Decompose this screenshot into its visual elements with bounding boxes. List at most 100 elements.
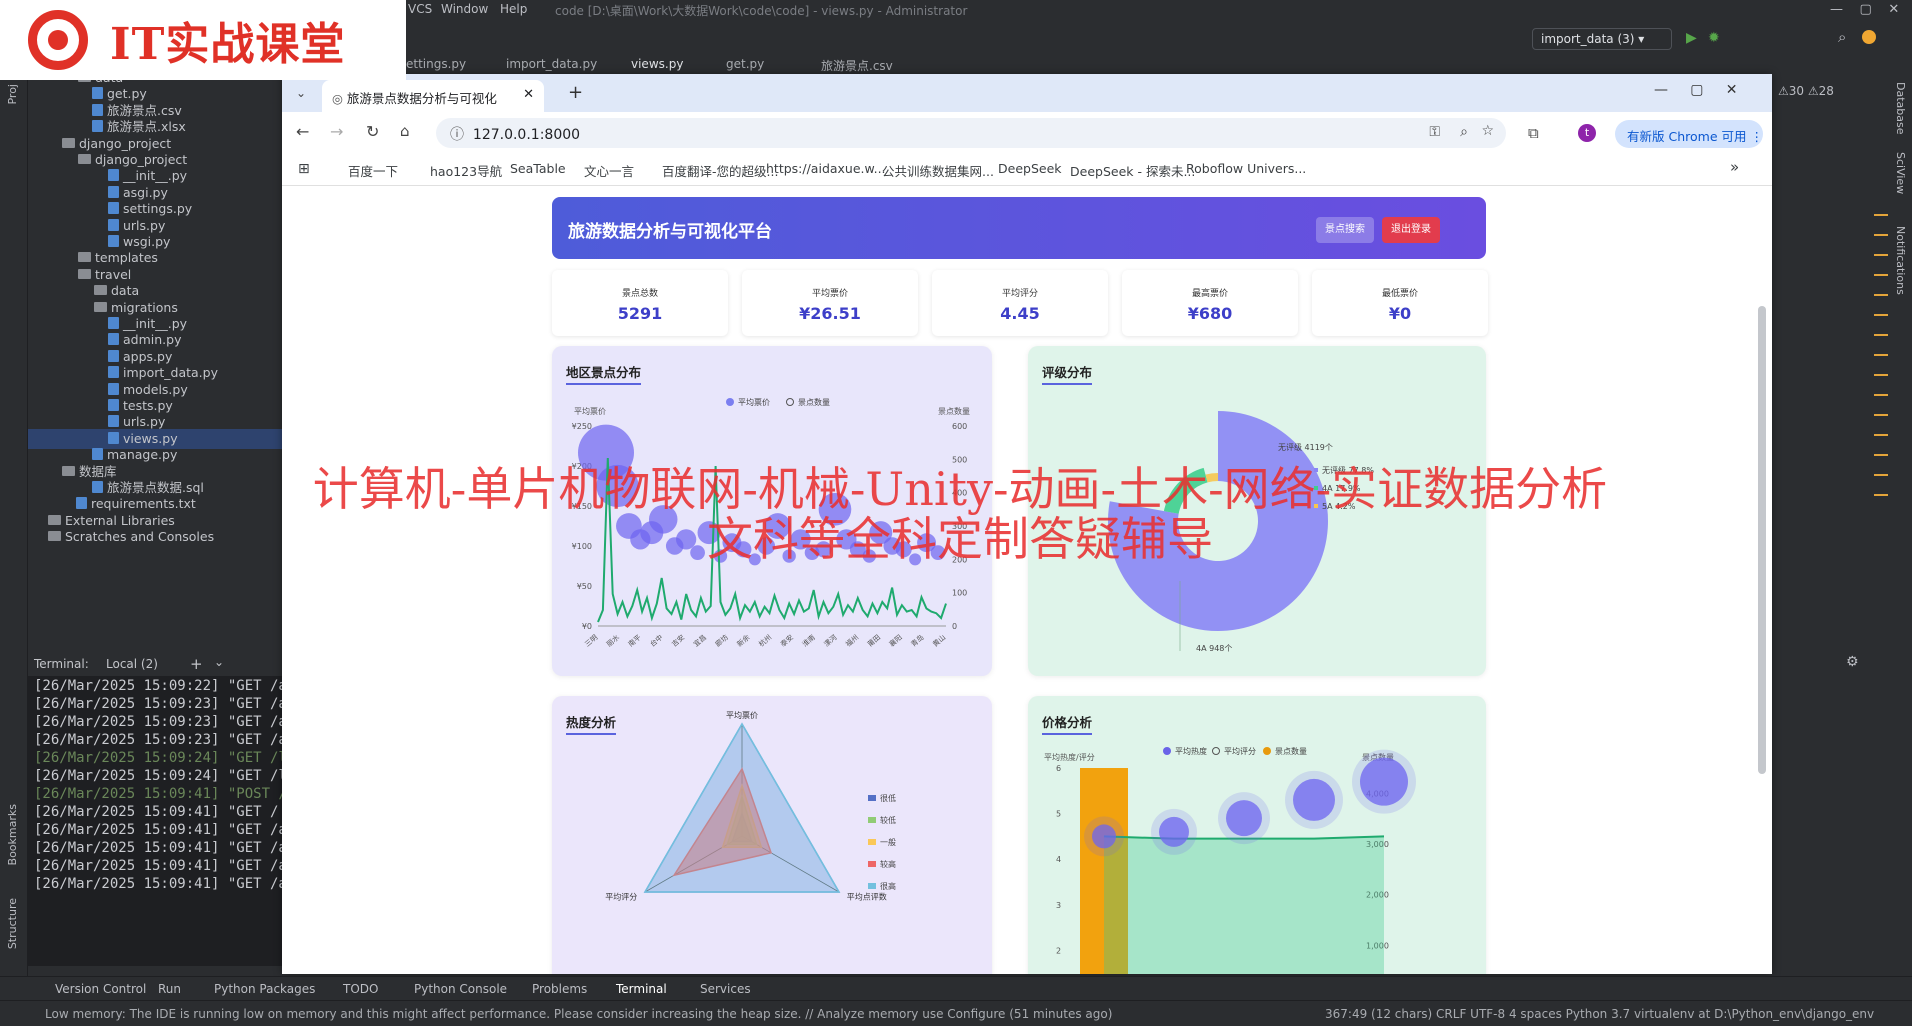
window-controls[interactable]: — ▢ ✕ (1830, 2, 1899, 17)
tree-label: data (111, 283, 140, 299)
legend-marker (786, 398, 794, 406)
tab-search-icon[interactable]: ⌄ (296, 86, 306, 100)
bookmark-item[interactable]: DeepSeek (998, 161, 1062, 176)
chevron-down-icon[interactable]: ⌄ (214, 655, 224, 669)
bookmark-item[interactable]: 公共训练数据集网... (882, 161, 994, 180)
terminal-output[interactable]: [26/Mar/2025 15:09:22] "GET /ap [26/Mar/2… (28, 676, 282, 966)
browser-tab-title: 旅游景点数据分析与可视化 (346, 91, 497, 106)
bookmark-item[interactable]: SeaTable (510, 161, 566, 176)
bubble-point (782, 549, 796, 563)
project-tool-label[interactable]: Proj (6, 84, 19, 105)
search-spots-button[interactable]: 景点搜索 (1316, 217, 1374, 243)
bookmark-item[interactable]: 文心一言 (584, 161, 634, 180)
warnings-count[interactable]: ⚠30 ⚠28 (1778, 84, 1834, 98)
bookmark-item[interactable]: 百度一下 (348, 161, 398, 180)
tree-label: wsgi.py (123, 234, 171, 249)
region-chart[interactable]: ¥0¥50¥100¥150¥200¥2500100200300400500600… (552, 346, 992, 676)
tool-tab-python-packages[interactable]: Python Packages (214, 982, 315, 996)
heat-chart[interactable]: 平均票价平均点评数 平均评分 很低较低一般较高很高 (552, 696, 992, 974)
bubble-point (1360, 757, 1408, 806)
stat-value: 4.45 (1000, 304, 1040, 323)
debug-icon[interactable]: ✹ (1708, 30, 1720, 46)
structure-tool-label[interactable]: Structure (6, 898, 19, 949)
menu-vcs[interactable]: VCS (408, 2, 432, 16)
home-icon[interactable]: ⌂ (400, 122, 410, 140)
tool-tab-terminal[interactable]: Terminal (616, 982, 667, 996)
terminal-tab[interactable]: Local (2) (106, 657, 158, 671)
star-icon[interactable]: ☆ (1481, 123, 1494, 139)
extensions-icon[interactable]: ⧉ (1528, 124, 1539, 142)
page-scrollbar[interactable] (1758, 306, 1766, 774)
chrome-update-button[interactable]: 有新版 Chrome 可用 ⋮ (1615, 120, 1763, 148)
browser-window-controls[interactable]: — ▢ ✕ (1654, 82, 1737, 98)
update-icon[interactable] (1862, 30, 1876, 44)
site-info-icon[interactable]: ⓘ (450, 127, 473, 143)
y2-tick-label: 600 (952, 422, 967, 431)
status-info[interactable]: 367:49 (12 chars) CRLF UTF-8 4 spaces Py… (1325, 1007, 1874, 1021)
editor-tab[interactable]: import_data.py (506, 57, 597, 71)
apps-grid-icon[interactable]: ⊞ (298, 161, 310, 177)
add-terminal-icon[interactable]: + (190, 655, 203, 673)
folder-icon (62, 137, 75, 148)
bookmarks-tool-label[interactable]: Bookmarks (6, 804, 19, 865)
address-bar[interactable]: ⓘ 127.0.0.1:8000 ⚿ ⌕ ☆ (436, 118, 1506, 148)
x-tick-label: 吉安 (670, 633, 687, 649)
terminal-header: Terminal: Local (2) + ⌄ (28, 652, 282, 676)
stat-label: 平均评分 (1001, 289, 1038, 299)
bookmark-item[interactable]: Roboflow Univers... (1186, 161, 1306, 176)
x-tick-label: 漯河 (822, 633, 839, 649)
tool-tab-version-control[interactable]: Version Control (55, 982, 146, 996)
python-file-icon (92, 448, 103, 461)
avatar[interactable]: t (1578, 124, 1596, 142)
database-tool-label[interactable]: Database (1894, 82, 1907, 135)
more-bookmarks-icon[interactable]: » (1730, 158, 1739, 176)
legend-marker (726, 398, 734, 406)
editor-tab[interactable]: get.py (726, 57, 764, 71)
run-config-select[interactable]: import_data (3) ▾ (1532, 28, 1672, 50)
bubble-point (676, 529, 697, 550)
menu-help[interactable]: Help (500, 2, 527, 16)
page-viewport[interactable]: 旅游数据分析与可视化平台 景点搜索 退出登录 地区景点分布 ¥0 ¥50 ¥100 ¥1… (282, 186, 1772, 974)
editor-tab-active[interactable]: views.py (631, 57, 683, 71)
reload-icon[interactable]: ↻ (366, 122, 379, 141)
new-tab-icon[interactable]: + (568, 82, 583, 103)
bookmark-item[interactable]: hao123导航 (430, 161, 502, 180)
sciview-tool-label[interactable]: SciView (1894, 152, 1907, 194)
tool-tab-run[interactable]: Run (158, 982, 181, 996)
notifications-tool-label[interactable]: Notifications (1894, 226, 1907, 295)
forward-icon[interactable]: → (330, 122, 343, 141)
bookmark-item[interactable]: 百度翻译-您的超级... (662, 161, 778, 180)
menu-window[interactable]: Window (441, 2, 488, 16)
editor-tab[interactable]: 旅游景点.csv (821, 57, 893, 74)
tool-tab-services[interactable]: Services (700, 982, 751, 996)
editor-tab[interactable]: ettings.py (406, 57, 466, 71)
key-icon[interactable]: ⚿ (1429, 124, 1440, 140)
run-icon[interactable]: ▶ (1686, 30, 1697, 46)
price-chart[interactable]: 234561,0002,0003,0004,000平均热度/评分景点数量平均热度… (1028, 696, 1486, 974)
bookmark-item[interactable]: DeepSeek - 探索未... (1070, 161, 1195, 180)
close-tab-icon[interactable]: ✕ (523, 87, 534, 102)
tree-label: asgi.py (123, 184, 168, 200)
panel-settings-icon[interactable]: ⚙ (1846, 654, 1859, 670)
bookmark-item[interactable]: https://aidaxue.w... (766, 161, 886, 176)
bubble-point (764, 513, 791, 539)
tool-tab-python-console[interactable]: Python Console (414, 982, 507, 996)
y2-tick-label: 400 (952, 489, 967, 498)
zoom-icon[interactable]: ⌕ (1460, 124, 1468, 140)
legend-marker (1163, 747, 1171, 755)
tree-label: 旅游景点数据.sql (107, 480, 204, 495)
tool-tab-todo[interactable]: TODO (343, 982, 378, 996)
tool-tab-problems[interactable]: Problems (532, 982, 587, 996)
search-icon[interactable]: ⌕ (1838, 28, 1846, 46)
browser-tab[interactable]: ◎ 旅游景点数据分析与可视化 ✕ (322, 80, 544, 112)
tree-label: requirements.txt (91, 496, 196, 512)
logout-button[interactable]: 退出登录 (1382, 217, 1440, 243)
legend-label: 较高 (880, 859, 896, 869)
rating-chart[interactable]: 无评级 77.8% 4A 17.9% 5A 4.2% 无评级 4119个 4A 948个 (1028, 346, 1486, 676)
python-file-icon (108, 366, 119, 379)
status-message[interactable]: Low memory: The IDE is running low on me… (45, 1007, 1112, 1021)
x-tick-label: 青岛 (909, 633, 926, 649)
tree-folder[interactable]: Scratches and Consoles (28, 527, 282, 547)
back-icon[interactable]: ← (296, 122, 309, 141)
bubble-point (818, 493, 852, 526)
